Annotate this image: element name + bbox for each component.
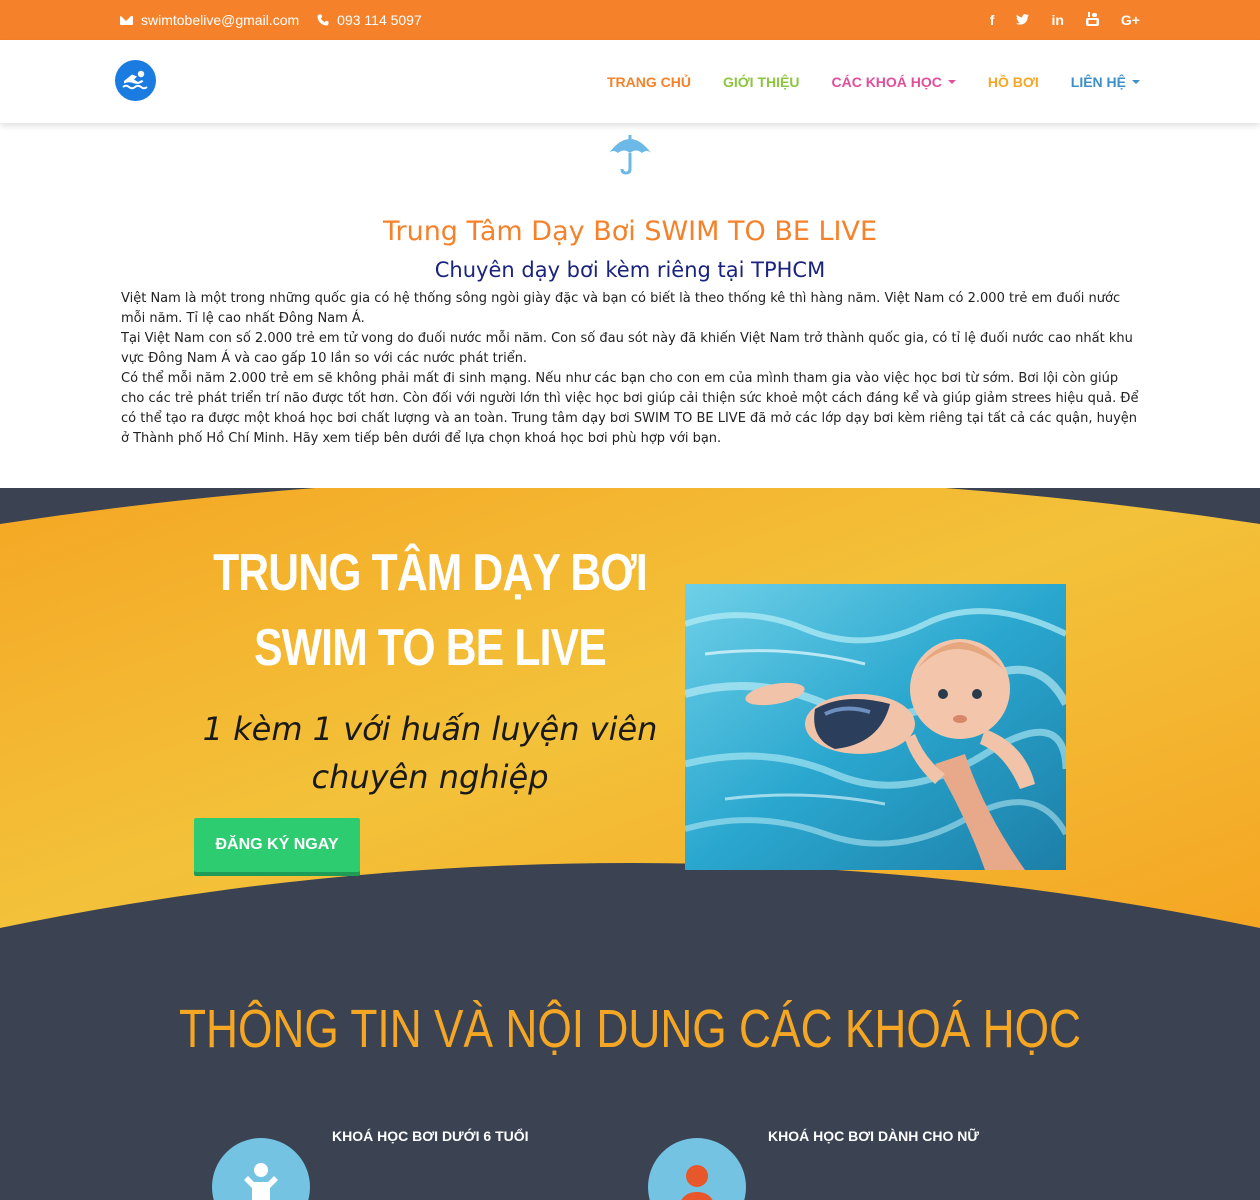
linkedin-icon[interactable]: in (1051, 12, 1063, 28)
register-now-button[interactable]: ĐĂNG KÝ NGAY (194, 818, 360, 872)
intro-paragraph: Có thể mỗi năm 2.000 trẻ em sẽ không phả… (121, 371, 1139, 446)
nav-label: CÁC KHOÁ HỌC (831, 73, 942, 90)
intro-paragraph: Tại Việt Nam con số 2.000 trẻ em tử vong… (121, 331, 1133, 366)
woman-icon (648, 1138, 746, 1200)
intro-body: Việt Nam là một trong những quốc gia có … (121, 289, 1141, 449)
hero-tagline-line1: 1 kèm 1 với huấn luyện viên (202, 710, 658, 748)
nav-cac-khoa-hoc[interactable]: CÁC KHOÁ HỌC (831, 73, 956, 90)
hero-title-line2: SWIM TO BE LIVE (254, 619, 607, 677)
intro-title: Trung Tâm Dạy Bơi SWIM TO BE LIVE (382, 216, 878, 247)
email-text[interactable]: swimtobelive@gmail.com (141, 12, 299, 28)
twitter-icon[interactable] (1016, 12, 1030, 28)
mail-icon (120, 15, 133, 25)
nav-ho-boi[interactable]: HỒ BƠI (988, 74, 1039, 90)
nav-label: GIỚI THIỆU (722, 73, 800, 90)
nav-label: LIÊN HỆ (1070, 73, 1126, 90)
nav-lien-he[interactable]: LIÊN HỆ (1071, 74, 1140, 90)
nav-label: HỒ BƠI (987, 73, 1039, 90)
swimmer-logo-icon[interactable] (115, 60, 156, 101)
course-title[interactable]: KHOÁ HỌC BƠI DƯỚI 6 TUỔI (332, 1128, 529, 1144)
youtube-icon[interactable] (1085, 11, 1099, 29)
facebook-icon[interactable]: f (990, 12, 995, 28)
hero-title-line1: TRUNG TÂM DẠY BƠI (213, 544, 648, 602)
baby-swimming-photo (685, 584, 1066, 870)
email-contact[interactable]: swimtobelive@gmail.com (120, 12, 299, 28)
course-title[interactable]: KHOÁ HỌC BƠI DÀNH CHO NỮ (768, 1128, 979, 1144)
top-bar: swimtobelive@gmail.com 093 114 5097 f in… (0, 0, 1260, 40)
nav-label: TRANG CHỦ (606, 73, 691, 90)
phone-text[interactable]: 093 114 5097 (337, 12, 422, 28)
contact-info: swimtobelive@gmail.com 093 114 5097 (120, 0, 422, 40)
courses-heading: THÔNG TIN VÀ NỘI DUNG CÁC KHOÁ HỌC (178, 999, 1082, 1059)
site-header: TRANG CHỦ GIỚI THIỆU CÁC KHOÁ HỌC HỒ BƠI… (0, 40, 1260, 123)
nav-gioi-thieu[interactable]: GIỚI THIỆU (723, 74, 800, 90)
hero-tagline-line2: chuyên nghiệp (311, 758, 549, 796)
phone-contact[interactable]: 093 114 5097 (317, 12, 422, 28)
umbrella-icon (607, 133, 653, 179)
intro-subtitle: Chuyên dạy bơi kèm riêng tại TPHCM (434, 258, 826, 282)
phone-icon (317, 14, 329, 26)
chevron-down-icon (1132, 79, 1140, 84)
social-links: f in G+ (990, 0, 1140, 40)
hero-section: TRUNG TÂM DẠY BƠI SWIM TO BE LIVE 1 kèm … (0, 488, 1260, 1200)
nav-trang-chu[interactable]: TRANG CHỦ (607, 74, 691, 90)
main-nav: TRANG CHỦ GIỚI THIỆU CÁC KHOÁ HỌC HỒ BƠI… (607, 40, 1140, 123)
google-plus-icon[interactable]: G+ (1121, 12, 1140, 28)
chevron-down-icon (947, 79, 956, 84)
child-icon (212, 1138, 310, 1200)
intro-paragraph: Việt Nam là một trong những quốc gia có … (121, 291, 1121, 326)
